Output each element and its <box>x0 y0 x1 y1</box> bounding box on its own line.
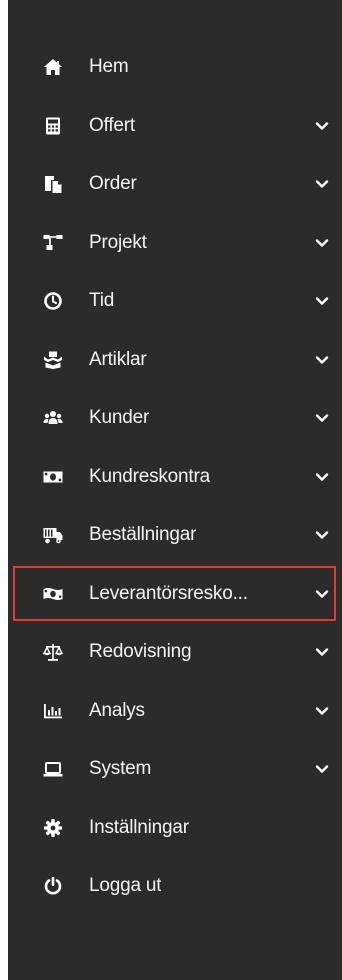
sidebar-item-offert[interactable]: Offert <box>8 97 342 156</box>
sidebar-item-artiklar[interactable]: Artiklar <box>8 331 342 390</box>
balance-scale-icon <box>42 641 64 663</box>
power-icon <box>42 875 64 897</box>
chevron-down-icon[interactable] <box>314 176 330 192</box>
sidebar-item-tid[interactable]: Tid <box>8 272 342 331</box>
sidebar-item-label: Logga ut <box>89 875 162 897</box>
sidebar-item-redovisning[interactable]: Redovisning <box>8 623 342 682</box>
chevron-down-icon[interactable] <box>314 703 330 719</box>
chevron-down-icon[interactable] <box>314 293 330 309</box>
chevron-down-icon[interactable] <box>314 644 330 660</box>
sidebar-item-label: Tid <box>89 290 115 312</box>
sidebar-item-label: Kundreskontra <box>89 465 210 487</box>
sidebar-item-label: Redovisning <box>89 641 192 663</box>
sidebar-item-projekt[interactable]: Projekt <box>8 214 342 273</box>
sidebar-item-system[interactable]: System <box>8 740 342 799</box>
sidebar-item-label: Analys <box>89 699 145 721</box>
sidebar-item-logga-ut[interactable]: Logga ut <box>8 857 342 916</box>
sidebar-item-label: Beställningar <box>89 524 197 546</box>
money-bill-icon <box>42 466 64 488</box>
copy-document-icon <box>42 173 64 195</box>
sidebar: Hem Offert Order Projekt Tid Artiklar Ku… <box>8 0 342 980</box>
chevron-down-icon[interactable] <box>314 469 330 485</box>
sidebar-item-kundreskontra[interactable]: Kundreskontra <box>8 448 342 507</box>
sidebar-item-label: Kunder <box>89 407 150 429</box>
sidebar-nav: Hem Offert Order Projekt Tid Artiklar Ku… <box>8 38 342 916</box>
sidebar-item-hem[interactable]: Hem <box>8 38 342 97</box>
chevron-down-icon[interactable] <box>314 352 330 368</box>
boxes-icon <box>42 349 64 371</box>
money-bill-wave-icon <box>42 583 64 605</box>
sitemap-icon <box>42 232 64 254</box>
sidebar-item-installningar[interactable]: Inställningar <box>8 799 342 858</box>
chevron-down-icon[interactable] <box>314 410 330 426</box>
chevron-down-icon[interactable] <box>314 235 330 251</box>
calculator-icon <box>42 115 64 137</box>
sidebar-item-leverantorsreskontra[interactable]: Leverantörsresko... <box>8 565 342 624</box>
sidebar-item-analys[interactable]: Analys <box>8 682 342 741</box>
sidebar-item-label: System <box>89 758 152 780</box>
truck-icon <box>42 524 64 546</box>
chevron-down-icon[interactable] <box>314 761 330 777</box>
home-icon <box>42 56 64 78</box>
chevron-down-icon[interactable] <box>314 527 330 543</box>
clock-icon <box>42 290 64 312</box>
cog-icon <box>42 817 64 839</box>
sidebar-item-label: Inställningar <box>89 816 189 838</box>
sidebar-item-label: Projekt <box>89 231 147 253</box>
sidebar-item-kunder[interactable]: Kunder <box>8 389 342 448</box>
laptop-icon <box>42 758 64 780</box>
chevron-down-icon[interactable] <box>314 118 330 134</box>
sidebar-item-label: Artiklar <box>89 348 147 370</box>
sidebar-item-label: Offert <box>89 114 135 136</box>
sidebar-item-order[interactable]: Order <box>8 155 342 214</box>
bar-chart-icon <box>42 700 64 722</box>
sidebar-item-bestallningar[interactable]: Beställningar <box>8 506 342 565</box>
sidebar-item-label: Hem <box>89 56 129 78</box>
users-icon <box>42 407 64 429</box>
sidebar-item-label: Order <box>89 173 137 195</box>
sidebar-item-label: Leverantörsresko... <box>89 582 248 604</box>
chevron-down-icon[interactable] <box>314 586 330 602</box>
